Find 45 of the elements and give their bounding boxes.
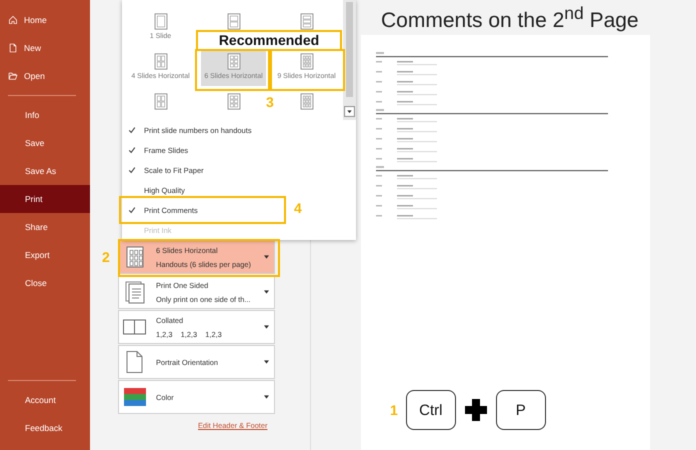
sidebar-item[interactable]: Save [0, 129, 90, 157]
check-icon [128, 126, 136, 134]
slide-layout-icon [154, 13, 168, 30]
caret-icon [264, 360, 269, 364]
sidebar-item[interactable]: Feedback [0, 414, 90, 442]
check-icon [128, 146, 136, 154]
check-icon [128, 206, 136, 214]
document-icon [8, 43, 18, 53]
step-number: 1 [390, 402, 398, 418]
sidebar-item[interactable]: Close [0, 269, 90, 297]
keyboard-key: Ctrl [406, 390, 456, 430]
caret-icon [264, 255, 269, 259]
slide-layout-icon [226, 53, 240, 70]
step-number: 4 [294, 200, 302, 216]
folder-icon [8, 71, 18, 81]
scroll-down-icon[interactable] [344, 106, 355, 117]
scrollbar[interactable] [343, 0, 356, 120]
step-number: 3 [266, 94, 274, 110]
sidebar-item[interactable]: Save As [0, 157, 90, 185]
sidebar-item[interactable]: Account [0, 386, 90, 414]
slide-layout-icon [300, 53, 314, 70]
caret-icon [264, 290, 269, 294]
slide-layout-icon [226, 13, 240, 30]
slide-layout-icon [300, 93, 314, 110]
caret-icon [264, 325, 269, 329]
sidebar-item[interactable]: Print [0, 185, 90, 213]
sidebar-item[interactable]: Share [0, 213, 90, 241]
slide-layout-icon [226, 93, 240, 110]
sidebar-item[interactable]: Open [0, 62, 90, 90]
color-icon [122, 385, 148, 409]
plus-icon [464, 398, 488, 422]
check-icon [128, 166, 136, 174]
sidebar-item[interactable]: Home [0, 6, 90, 34]
step-number: 2 [102, 249, 110, 265]
sidebar-item[interactable]: Export [0, 241, 90, 269]
slide-layout-icon [154, 93, 168, 110]
sidebar-item[interactable]: Info [0, 101, 90, 129]
sidebar-item[interactable]: New [0, 34, 90, 62]
slide-layout-icon [300, 13, 314, 30]
home-icon [8, 15, 18, 25]
caret-icon [264, 395, 269, 399]
annotation-label: Recommended [196, 30, 342, 51]
annotation-title: Comments on the 2$^{nd}$ Page [380, 2, 640, 30]
slide-layout-icon [154, 53, 168, 70]
keyboard-key: P [496, 390, 546, 430]
